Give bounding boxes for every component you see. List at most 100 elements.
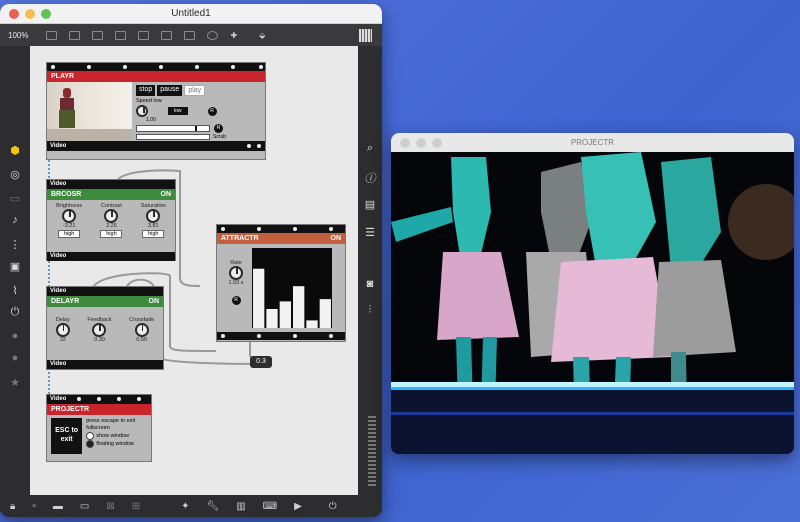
grid-snap-icon[interactable]: ⊞ [132,501,140,512]
message-box-icon[interactable] [69,30,81,40]
crossfade-knob[interactable] [134,323,149,337]
brcosr-module[interactable]: Video BRCOSR ON Brightness -3.21 high Co… [46,179,176,261]
playr-module[interactable]: PLAYR stop pause play Speed low low R 1.… [46,62,266,160]
brightness-range[interactable]: high [58,230,81,238]
dial-object-icon[interactable] [207,30,219,40]
object-box-icon[interactable] [46,30,58,40]
presentation-mode-icon[interactable]: ▬ [53,501,63,512]
attractor-bar[interactable] [306,320,318,328]
brcosr-outlet: Video [47,252,175,261]
comment-icon[interactable] [92,30,104,40]
wand-icon[interactable]: ✦ [181,501,189,512]
playr-title: PLAYR [51,73,75,80]
add-object-icon[interactable]: ✚ [230,31,237,40]
book-icon[interactable]: ▤ [358,198,382,211]
toggle-object-icon[interactable] [138,30,150,40]
attractor-bar[interactable] [279,301,291,328]
image-icon[interactable]: ▣ [0,260,30,273]
contrast-control: Contrast 2.26 high [100,203,123,238]
button-object-icon[interactable] [115,30,127,40]
brcosr-on-toggle[interactable]: ON [161,191,172,198]
mixer-icon[interactable]: ⫶ [358,304,382,317]
contrast-knob[interactable] [104,209,119,223]
projector-title: PROJECTR [570,138,615,147]
power-icon[interactable]: ⏻ [329,501,337,512]
attractr-on-toggle[interactable]: ON [331,235,342,242]
attractor-bar-display[interactable] [252,248,332,328]
delay-knob[interactable] [55,323,70,337]
attractor-bar[interactable] [293,286,305,328]
search-icon[interactable]: ⌕ [358,142,382,155]
presentation-icon[interactable]: ▫ [32,501,36,512]
scrub-position-bar[interactable] [136,134,210,140]
a-icon[interactable]: ● [0,352,30,364]
windows-icon[interactable]: ▭ [80,501,89,512]
package-icon[interactable]: ⬢ [0,144,30,157]
brcosr-title: BRCOSR [51,191,82,198]
delayr-on-toggle[interactable]: ON [149,298,160,305]
plug-icon[interactable]: ⏻ [0,306,30,319]
attractr-module[interactable]: ATTRACTR ON Rate 1.03 s R [216,224,346,342]
attractor-bar[interactable] [266,309,278,328]
saturation-knob[interactable] [146,209,161,223]
lock-icon[interactable]: 🔒︎ [10,501,15,512]
saturation-range[interactable]: high [142,230,165,238]
patcher-window: Untitled1 100% ✚ ⬙ ⬢ ◎ ▭ ♪ ⋮ ▣ ⌇ ⏻ ● ● ★… [0,4,382,517]
star-icon[interactable]: ★ [0,376,30,389]
bracket-icon[interactable]: ⋮ [0,238,30,251]
speed-knob[interactable] [136,105,148,117]
scrub-slider[interactable] [136,125,210,132]
delayr-header: DELAYR ON [47,296,163,307]
pause-button[interactable]: pause [157,85,183,96]
brightness-knob[interactable] [62,209,77,223]
target-icon[interactable]: ◎ [0,168,30,181]
left-sidebar: ⬢ ◎ ▭ ♪ ⋮ ▣ ⌇ ⏻ ● ● ★ [0,46,30,497]
music-note-icon[interactable]: ♪ [0,214,30,226]
esc-exit-button[interactable]: ESC to exit [51,418,83,454]
speed-reset-button[interactable]: R [207,106,217,116]
film-icon[interactable]: ▭ [0,192,30,205]
info-icon[interactable]: ⓘ [358,170,382,186]
speed-range-toggle[interactable]: low [168,107,188,115]
attractr-inlets [217,225,345,233]
rate-knob[interactable] [229,266,243,280]
scrub-reset-button[interactable]: R [214,124,223,133]
attractor-bar[interactable] [319,299,331,328]
delayr-module[interactable]: Video DELAYR ON Delay 32 Feedback 0.30 C… [46,286,164,370]
scrub-label: Scrub [213,134,227,140]
delayr-knobs: Delay 32 Feedback 0.30 Crossfade 0.50 [47,307,163,360]
list-icon[interactable]: ☰ [358,226,382,239]
link-icon[interactable]: ⊠ [106,501,114,512]
playr-inlets [47,63,265,71]
p-icon[interactable]: ● [0,330,30,342]
zoom-menu[interactable]: 100% [8,31,28,40]
show-window-radio[interactable] [86,432,95,440]
play-audio-icon[interactable]: ▶ [294,501,302,512]
number-object-icon[interactable] [161,30,173,40]
floating-window-label: floating window [96,440,134,447]
feedback-knob[interactable] [92,323,107,337]
wrench-icon[interactable]: 🔧︎ [207,501,220,512]
number-box[interactable]: 0.3 [250,356,272,368]
projectr-body: ESC to exit press escape to exit fullscr… [47,415,151,457]
attractor-bar[interactable] [253,268,265,328]
paperclip-icon[interactable]: ⌇ [0,284,30,297]
stop-button[interactable]: stop [136,85,156,96]
slider-object-icon[interactable] [184,30,196,40]
feedback-control: Feedback 0.30 [87,317,112,343]
paint-bucket-icon[interactable]: ⬙ [259,31,265,40]
piano-icon[interactable]: ▥ [236,501,245,512]
camera-icon[interactable]: ◙ [358,278,382,290]
projectr-module[interactable]: Video PROJECTR ESC to exit press escape … [46,394,152,462]
floating-window-radio[interactable] [86,440,95,448]
play-button[interactable]: play [184,85,206,96]
patch-canvas[interactable]: PLAYR stop pause play Speed low low R 1.… [30,46,358,498]
projectr-inlet: Video [47,395,151,404]
window-title: Untitled1 [171,8,211,19]
contrast-range[interactable]: high [100,230,123,238]
speed-label: Speed low [136,98,162,104]
brcosr-header: BRCOSR ON [47,189,175,200]
keyboard-icon[interactable]: ⌨ [263,501,277,512]
rate-reset-button[interactable]: R [231,296,241,305]
grid-icon[interactable] [359,29,372,42]
